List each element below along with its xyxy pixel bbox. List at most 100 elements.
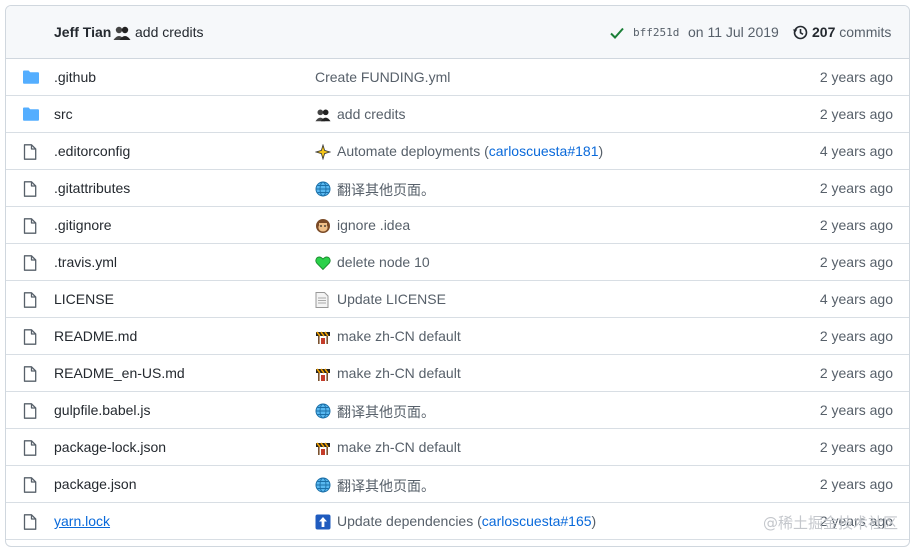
arrow-up-emoji-icon xyxy=(315,514,331,530)
globe-emoji-icon xyxy=(315,403,331,419)
file-browser: Jeff Tian add credits bff251d on 11 Jul … xyxy=(5,5,910,547)
file-name-link[interactable]: .gitattributes xyxy=(54,180,130,196)
file-name-link[interactable]: .github xyxy=(54,69,96,85)
commit-age: 4 years ago xyxy=(820,143,893,159)
commit-message-link[interactable]: Automate deployments (carloscuesta#181) xyxy=(337,143,603,159)
commit-sha[interactable]: bff251d xyxy=(633,26,679,39)
file-icon xyxy=(23,366,37,385)
file-row[interactable]: .github Create FUNDING.yml 2 years ago xyxy=(6,59,909,96)
file-row[interactable]: .gitattributes 翻译其他页面。 2 years ago xyxy=(6,170,909,207)
commit-message-link[interactable]: delete node 10 xyxy=(337,254,430,270)
avatar-emoji-icon xyxy=(315,107,331,123)
commits-link[interactable]: 207 commits xyxy=(812,24,891,40)
commit-message-link[interactable]: 翻译其他页面。 xyxy=(337,476,435,496)
commit-author[interactable]: Jeff Tian xyxy=(54,24,111,40)
file-row[interactable]: .gitignore ignore .idea 2 years ago xyxy=(6,207,909,244)
file-name-link[interactable]: LICENSE xyxy=(54,291,114,307)
construction-emoji-icon xyxy=(315,440,331,456)
commit-message-link[interactable]: Update LICENSE xyxy=(337,291,446,307)
commit-date: on 11 Jul 2019 xyxy=(688,24,779,40)
folder-icon xyxy=(23,70,39,87)
commit-age: 2 years ago xyxy=(820,217,893,233)
file-name-link[interactable]: .editorconfig xyxy=(54,143,130,159)
commit-age: 2 years ago xyxy=(820,106,893,122)
construction-emoji-icon xyxy=(315,329,331,345)
commit-message-text[interactable]: 翻译其他页面。 xyxy=(337,478,435,494)
file-name-link[interactable]: package-lock.json xyxy=(54,439,166,455)
pull-request-link[interactable]: carloscuesta#165 xyxy=(482,513,592,529)
commit-message-link[interactable]: make zh-CN default xyxy=(337,439,461,455)
file-name-link[interactable]: src xyxy=(54,106,73,122)
file-name-link[interactable]: gulpfile.babel.js xyxy=(54,402,151,418)
file-row[interactable]: README_en-US.md make zh-CN default 2 years… xyxy=(6,355,909,392)
pull-request-link[interactable]: carloscuesta#181 xyxy=(489,143,599,159)
commit-age: 2 years ago xyxy=(820,439,893,455)
commit-message-text[interactable]: make zh-CN default xyxy=(337,439,461,455)
file-icon xyxy=(23,255,37,274)
latest-commit-bar: Jeff Tian add credits bff251d on 11 Jul … xyxy=(6,6,909,59)
file-icon xyxy=(23,181,37,200)
file-icon xyxy=(23,329,37,348)
file-row[interactable]: .travis.yml delete node 10 2 years ago xyxy=(6,244,909,281)
commit-age: 4 years ago xyxy=(820,291,893,307)
commit-message-text[interactable]: delete node 10 xyxy=(337,254,430,270)
commit-message-text[interactable]: make zh-CN default xyxy=(337,365,461,381)
commit-message-link[interactable]: Create FUNDING.yml xyxy=(315,69,450,85)
history-icon[interactable] xyxy=(792,24,808,43)
avatar-icon[interactable] xyxy=(113,25,131,44)
commit-message-text[interactable]: Create FUNDING.yml xyxy=(315,69,450,85)
commits-label: commits xyxy=(839,24,891,40)
file-name-link[interactable]: package.json xyxy=(54,476,137,492)
commit-message-text[interactable]: add credits xyxy=(337,106,405,122)
commit-message-link[interactable]: 翻译其他页面。 xyxy=(337,402,435,422)
green-heart-emoji-icon xyxy=(315,255,331,271)
file-name-link[interactable]: yarn.lock xyxy=(54,513,110,529)
file-name-link[interactable]: .gitignore xyxy=(54,217,112,233)
folder-icon xyxy=(23,107,39,124)
commit-message-text[interactable]: 翻译其他页面。 xyxy=(337,182,435,198)
file-row[interactable]: .editorconfig Automate deployments (carlo… xyxy=(6,133,909,170)
commit-age: 2 years ago xyxy=(820,402,893,418)
commit-message-link[interactable]: add credits xyxy=(337,106,405,122)
commit-age: 2 years ago xyxy=(820,365,893,381)
page-emoji-icon xyxy=(315,292,331,308)
commit-message-text[interactable]: make zh-CN default xyxy=(337,328,461,344)
watermark: @稀土掘金技术社区 xyxy=(763,512,898,533)
file-icon xyxy=(23,144,37,163)
commit-message-link[interactable]: make zh-CN default xyxy=(337,365,461,381)
commit-message-link[interactable]: Update dependencies (carloscuesta#165) xyxy=(337,513,596,529)
file-row[interactable]: gulpfile.babel.js 翻译其他页面。 2 years ago xyxy=(6,392,909,429)
commit-message-link[interactable]: ignore .idea xyxy=(337,217,410,233)
construction-emoji-icon xyxy=(315,366,331,382)
file-row[interactable]: LICENSE Update LICENSE 4 years ago xyxy=(6,281,909,318)
file-icon xyxy=(23,292,37,311)
commit-message-link[interactable]: make zh-CN default xyxy=(337,328,461,344)
commit-message-text[interactable]: 翻译其他页面。 xyxy=(337,404,435,420)
commit-message-text[interactable]: Update dependencies ( xyxy=(337,513,482,529)
file-row[interactable]: package.json 翻译其他页面。 2 years ago xyxy=(6,466,909,503)
file-icon xyxy=(23,477,37,496)
file-icon xyxy=(23,403,37,422)
commit-count: 207 xyxy=(812,24,835,40)
file-row[interactable]: src add credits 2 years ago xyxy=(6,96,909,133)
file-row[interactable]: package-lock.json make zh-CN default 2 yea… xyxy=(6,429,909,466)
commit-message-suffix: ) xyxy=(599,143,604,159)
file-icon xyxy=(23,218,37,237)
commit-age: 2 years ago xyxy=(820,476,893,492)
commit-age: 2 years ago xyxy=(820,180,893,196)
commit-age: 2 years ago xyxy=(820,254,893,270)
commit-message-text[interactable]: Update LICENSE xyxy=(337,291,446,307)
commit-message-text[interactable]: Automate deployments ( xyxy=(337,143,489,159)
commit-message-text[interactable]: ignore .idea xyxy=(337,217,410,233)
file-name-link[interactable]: .travis.yml xyxy=(54,254,117,270)
globe-emoji-icon xyxy=(315,181,331,197)
monkey-emoji-icon xyxy=(315,218,331,234)
file-row[interactable]: README.mdmake zh-CN default2 years ago xyxy=(6,318,909,355)
check-icon[interactable] xyxy=(610,26,624,42)
commit-age: 2 years ago xyxy=(820,69,893,85)
file-name-link[interactable]: README_en-US.md xyxy=(54,365,185,381)
commit-message[interactable]: add credits xyxy=(135,24,203,40)
file-name-link[interactable]: README.md xyxy=(54,328,137,344)
file-list: .github Create FUNDING.yml 2 years ago src a… xyxy=(6,59,909,540)
commit-message-link[interactable]: 翻译其他页面。 xyxy=(337,180,435,200)
